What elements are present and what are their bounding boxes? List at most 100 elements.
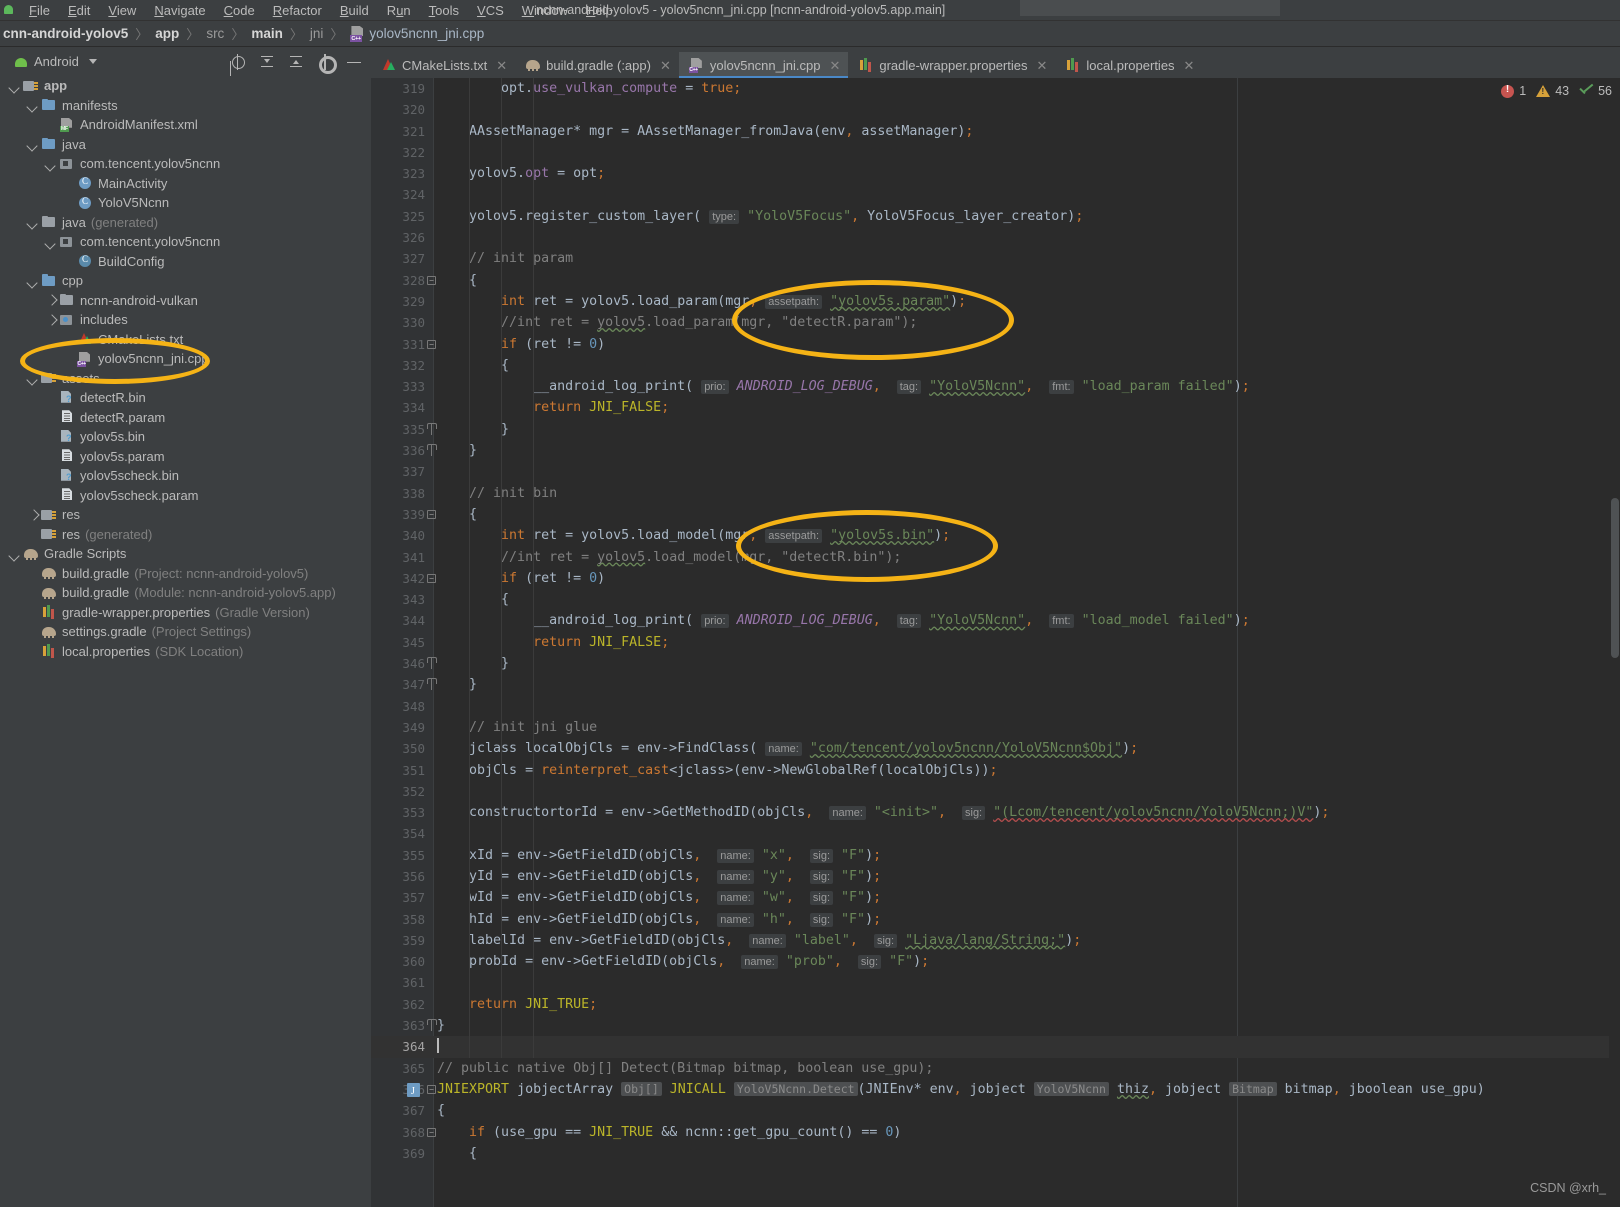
code-line-355[interactable]: 355 xId = env->GetFieldID(objCls, name: … [371,845,1620,866]
fold-collapse-icon[interactable]: − [427,339,436,349]
tree-item-yolov5scheck-param[interactable]: yolov5scheck.param [0,486,370,506]
menu-view[interactable]: View [99,1,145,20]
fold-end-marker-icon[interactable] [427,657,437,670]
tree-open-arrow-icon[interactable] [46,159,56,169]
tree-item-ncnn-android-vulkan[interactable]: ncnn-android-vulkan [0,291,370,311]
editor-tab-cmakelists-txt[interactable]: CMakeLists.txt ✕ [371,52,515,78]
code-line-320[interactable]: 320 [371,99,1620,120]
breadcrumb-item-main[interactable]: main [251,26,283,41]
jni-method-icon[interactable] [407,1081,420,1102]
inspection-status[interactable]: 1 43 56 [1501,84,1612,98]
menu-build[interactable]: Build [331,1,378,20]
tree-open-arrow-icon[interactable] [46,237,56,247]
tree-item-yolov5s-param[interactable]: yolov5s.param [0,447,370,467]
code-line-334[interactable]: 334 return JNI_FALSE; [371,397,1620,418]
code-line-358[interactable]: 358 hId = env->GetFieldID(objCls, name: … [371,909,1620,930]
tree-item-yolov5scheck-bin[interactable]: yolov5scheck.bin [0,466,370,486]
code-line-328[interactable]: 328− { [371,270,1620,291]
code-line-343[interactable]: 343 { [371,589,1620,610]
tree-item-androidmanifest-xml[interactable]: AndroidManifest.xml [0,115,370,135]
close-icon[interactable]: ✕ [1036,59,1047,72]
code-line-357[interactable]: 357 wId = env->GetFieldID(objCls, name: … [371,887,1620,908]
code-line-354[interactable]: 354 [371,823,1620,844]
code-line-363[interactable]: 363} [371,1015,1620,1036]
tree-open-arrow-icon[interactable] [28,139,38,149]
menu-vcs[interactable]: VCS [468,1,513,20]
close-icon[interactable]: ✕ [829,59,840,72]
code-lines[interactable]: 319 opt.use_vulkan_compute = true; 320 321… [371,78,1620,1207]
tree-item-res[interactable]: res [0,505,370,525]
code-line-342[interactable]: 342− if (ret != 0) [371,568,1620,589]
tree-open-arrow-icon[interactable] [28,276,38,286]
code-line-365[interactable]: 365 // public native Obj[] Detect(Bitmap … [371,1058,1620,1079]
tree-item-gradle-scripts[interactable]: Gradle Scripts [0,544,370,564]
tree-open-arrow-icon[interactable] [10,81,20,91]
menu-run[interactable]: Run [378,1,420,20]
code-line-326[interactable]: 326 [371,227,1620,248]
fold-collapse-icon[interactable]: − [427,509,436,519]
tree-item-yolov5ncnn-jni-cpp[interactable]: yolov5ncnn_jni.cpp [0,349,370,369]
menu-refactor[interactable]: Refactor [264,1,331,20]
code-line-336[interactable]: 336 } [371,440,1620,461]
editor-tab-local-properties[interactable]: local.properties ✕ [1055,52,1202,78]
code-editor[interactable]: 319 opt.use_vulkan_compute = true; 320 321… [371,78,1620,1207]
code-line-351[interactable]: 351 objCls = reinterpret_cast<jclass>(en… [371,760,1620,781]
gear-icon[interactable] [317,54,337,74]
tree-item-com-tencent-yolov5ncnn[interactable]: com.tencent.yolov5ncnn [0,232,370,252]
fold-end-marker-icon[interactable] [427,678,437,691]
code-line-364[interactable]: 364 [371,1036,1620,1058]
breadcrumb-item-app[interactable]: app [155,26,179,41]
code-line-345[interactable]: 345 return JNI_FALSE; [371,632,1620,653]
tree-closed-arrow-icon[interactable] [28,510,38,520]
fold-end-marker-icon[interactable] [427,422,437,435]
code-line-329[interactable]: 329 int ret = yolov5.load_param(mgr, ass… [371,291,1620,312]
code-line-333[interactable]: 333 __android_log_print( prio: ANDROID_L… [371,376,1620,397]
collapse-all-icon[interactable] [259,53,275,70]
menu-edit[interactable]: Edit [59,1,99,20]
code-line-360[interactable]: 360 probId = env->GetFieldID(objCls, nam… [371,951,1620,972]
tree-closed-arrow-icon[interactable] [46,295,56,305]
code-line-341[interactable]: 341 //int ret = yolov5.load_model(mgr, "… [371,547,1620,568]
close-icon[interactable]: ✕ [660,59,671,72]
code-line-361[interactable]: 361 [371,972,1620,993]
code-line-330[interactable]: 330 //int ret = yolov5.load_param(mgr, "… [371,312,1620,333]
tree-item-app[interactable]: app [0,76,370,96]
editor-tab-gradle-wrapper-properties[interactable]: gradle-wrapper.properties ✕ [848,52,1055,78]
tree-item-gradle-wrapper-properties[interactable]: gradle-wrapper.properties (Gradle Version… [0,603,370,623]
code-line-325[interactable]: 325 yolov5.register_custom_layer( type: … [371,206,1620,227]
expand-all-icon[interactable] [288,53,304,70]
code-line-350[interactable]: 350 jclass localObjCls = env->FindClass(… [371,738,1620,759]
tree-item-java[interactable]: java [0,135,370,155]
code-line-359[interactable]: 359 labelId = env->GetFieldID(objCls, na… [371,930,1620,951]
code-line-321[interactable]: 321 AAssetManager* mgr = AAssetManager_f… [371,121,1620,142]
close-icon[interactable]: ✕ [496,59,507,72]
tree-item-yolov5ncnn[interactable]: YoloV5Ncnn [0,193,370,213]
code-line-348[interactable]: 348 [371,696,1620,717]
code-line-356[interactable]: 356 yId = env->GetFieldID(objCls, name: … [371,866,1620,887]
code-line-339[interactable]: 339− { [371,504,1620,525]
fold-collapse-icon[interactable]: − [427,573,436,583]
tree-open-arrow-icon[interactable] [28,217,38,227]
fold-collapse-icon[interactable]: − [427,1084,436,1094]
breadcrumb-item-cnn-android-yolov5[interactable]: cnn-android-yolov5 [3,26,128,41]
code-line-335[interactable]: 335 } [371,419,1620,440]
tree-item-detectr-param[interactable]: detectR.param [0,408,370,428]
code-line-331[interactable]: 331− if (ret != 0) [371,334,1620,355]
breadcrumb-item-yolov5ncnn-jni-cpp[interactable]: yolov5ncnn_jni.cpp [350,26,484,42]
tree-item-buildconfig[interactable]: BuildConfig [0,252,370,272]
editor-tab-strip[interactable]: CMakeLists.txt✕build.gradle (:app)✕yolov… [371,52,1620,78]
tree-open-arrow-icon[interactable] [10,549,20,559]
tree-item-manifests[interactable]: manifests [0,96,370,116]
code-line-337[interactable]: 337 [371,461,1620,482]
code-line-346[interactable]: 346 } [371,653,1620,674]
tree-item-build-gradle[interactable]: build.gradle (Project: ncnn-android-yolov… [0,564,370,584]
tree-item-cmakelists-txt[interactable]: CMakeLists.txt [0,330,370,350]
breadcrumb-item-src[interactable]: src [206,26,224,41]
tree-open-arrow-icon[interactable] [28,100,38,110]
tree-item-detectr-bin[interactable]: detectR.bin [0,388,370,408]
fold-end-marker-icon[interactable] [427,1019,437,1032]
fold-end-marker-icon[interactable] [427,444,437,457]
code-line-327[interactable]: 327 // init param [371,248,1620,269]
menu-tools[interactable]: Tools [420,1,468,20]
menu-file[interactable]: File [20,1,59,20]
